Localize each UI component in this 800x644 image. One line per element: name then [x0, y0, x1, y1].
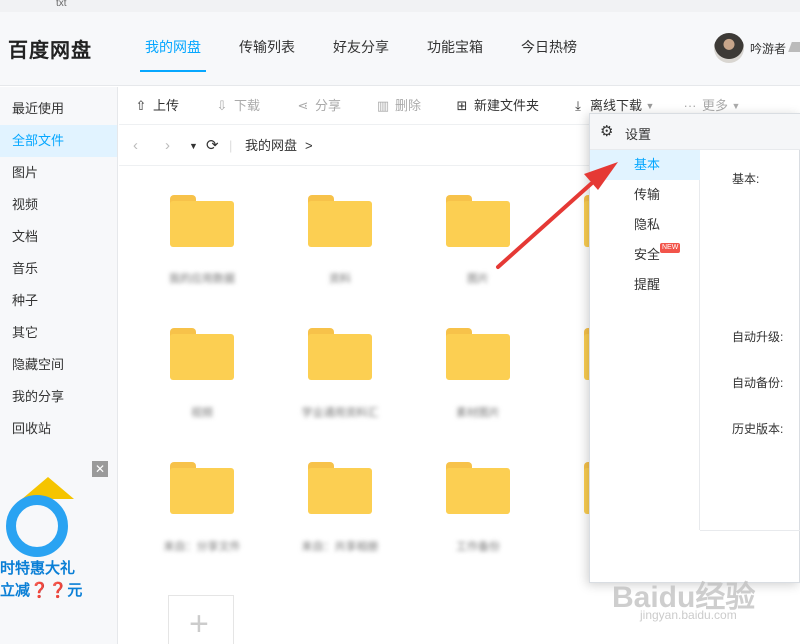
annotation-arrow-icon: [496, 162, 618, 269]
watermark-url: jingyan.baidu.com: [640, 608, 737, 622]
